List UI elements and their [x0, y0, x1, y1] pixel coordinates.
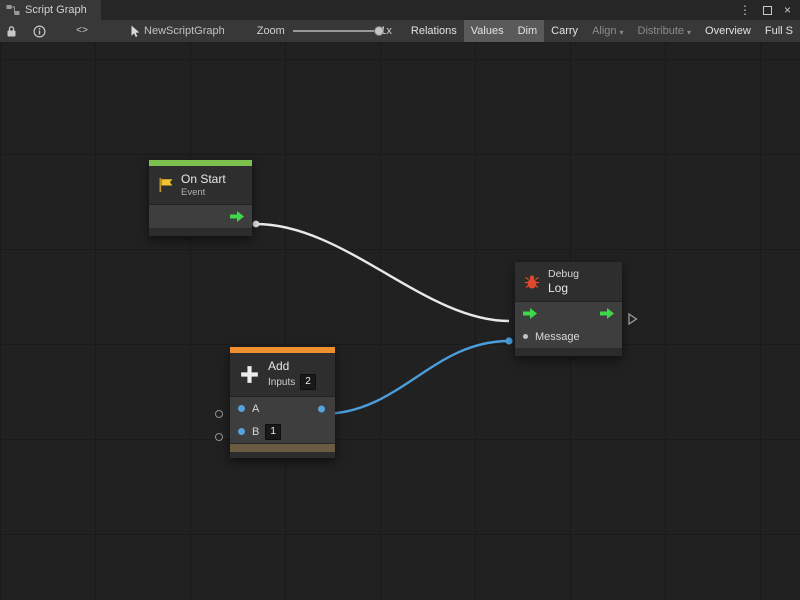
zoom-slider-handle[interactable]: [374, 26, 384, 36]
node-subtitle: Event: [181, 187, 226, 198]
carry-triangle-icon: [627, 312, 638, 329]
zoom-slider[interactable]: [293, 25, 375, 37]
chevron-down-icon: ▾: [687, 28, 691, 37]
close-icon[interactable]: ×: [784, 4, 791, 16]
port-label: A: [252, 403, 259, 415]
wire-endpoint-dot: [253, 221, 260, 228]
dim-toggle[interactable]: Dim: [511, 20, 545, 42]
graph-toolbar: <> NewScriptGraph Zoom 1x Relations Valu…: [0, 20, 800, 43]
port-row-b: B 1: [230, 420, 335, 443]
cursor-icon: [130, 25, 140, 38]
info-icon[interactable]: [33, 25, 46, 38]
connection-wire-trigger[interactable]: [256, 224, 509, 321]
value-input-port-b[interactable]: [238, 428, 245, 435]
node-title: Add: [268, 359, 316, 373]
align-label: Align: [592, 25, 616, 37]
zoom-slider-track: [293, 30, 375, 32]
value-input-port-a[interactable]: [238, 405, 245, 412]
lock-icon[interactable]: [6, 25, 17, 38]
port-b-value-field[interactable]: 1: [265, 424, 281, 440]
fullscreen-button[interactable]: Full S: [758, 20, 800, 42]
values-toggle[interactable]: Values: [464, 20, 511, 42]
distribute-label: Distribute: [638, 25, 684, 37]
node-header: Add Inputs 2: [230, 353, 335, 396]
carry-toggle[interactable]: Carry: [544, 20, 585, 42]
distribute-dropdown[interactable]: Distribute ▾: [631, 20, 698, 42]
node-title: Log: [548, 281, 579, 295]
overview-button[interactable]: Overview: [698, 20, 758, 42]
trigger-output-port[interactable]: [600, 308, 614, 319]
graph-icon: [6, 4, 20, 16]
node-add[interactable]: Add Inputs 2 A B 1: [230, 347, 335, 458]
node-header: On Start Event: [149, 166, 252, 204]
default-value-circle-a[interactable]: [215, 410, 223, 418]
maximize-icon[interactable]: [763, 6, 772, 15]
node-title: On Start: [181, 172, 226, 186]
plus-icon: [238, 363, 261, 386]
node-debug-log[interactable]: Debug Log Message: [515, 262, 622, 356]
inputs-label: Inputs: [268, 377, 295, 388]
trigger-output-port[interactable]: [230, 211, 244, 222]
flag-icon: [157, 177, 174, 193]
breadcrumb-graph-name[interactable]: NewScriptGraph: [144, 25, 225, 37]
kebab-menu-icon[interactable]: ⋮: [739, 4, 751, 16]
message-input-port[interactable]: [523, 334, 528, 339]
relations-toggle[interactable]: Relations: [404, 20, 464, 42]
node-footer: [149, 228, 252, 236]
node-footer: [230, 452, 335, 458]
chevron-down-icon: ▾: [620, 28, 624, 37]
zoom-label: Zoom: [257, 25, 285, 37]
wire-endpoint-dot: [505, 337, 512, 344]
toolbar-buttons: Relations Values Dim Carry Align ▾ Distr…: [404, 20, 800, 42]
node-on-start[interactable]: On Start Event: [149, 160, 252, 236]
window-controls: ⋮ ×: [739, 0, 800, 20]
trigger-input-port[interactable]: [523, 308, 537, 319]
value-output-port[interactable]: [318, 405, 325, 412]
port-label: B: [252, 426, 259, 438]
align-dropdown[interactable]: Align ▾: [585, 20, 630, 42]
tab-label: Script Graph: [25, 4, 87, 16]
inputs-count-field[interactable]: 2: [300, 374, 316, 390]
wires-layer: [0, 43, 800, 600]
graph-canvas[interactable]: On Start Event: [0, 43, 800, 600]
node-footer-band: [230, 443, 335, 452]
tab-bar: Script Graph ⋮ ×: [0, 0, 800, 20]
node-category: Debug: [548, 268, 579, 280]
bug-icon: [523, 274, 541, 290]
default-value-circle-b[interactable]: [215, 433, 223, 441]
node-header: Debug Log: [515, 262, 622, 301]
code-icon[interactable]: <>: [76, 26, 88, 37]
tab-script-graph[interactable]: Script Graph: [0, 0, 101, 20]
script-graph-window: Script Graph ⋮ × <> NewScriptGraph Zoom …: [0, 0, 800, 600]
node-footer: [515, 348, 622, 356]
port-row-a: A: [230, 397, 335, 420]
port-label: Message: [535, 331, 580, 343]
connection-wire-value[interactable]: [322, 341, 509, 414]
